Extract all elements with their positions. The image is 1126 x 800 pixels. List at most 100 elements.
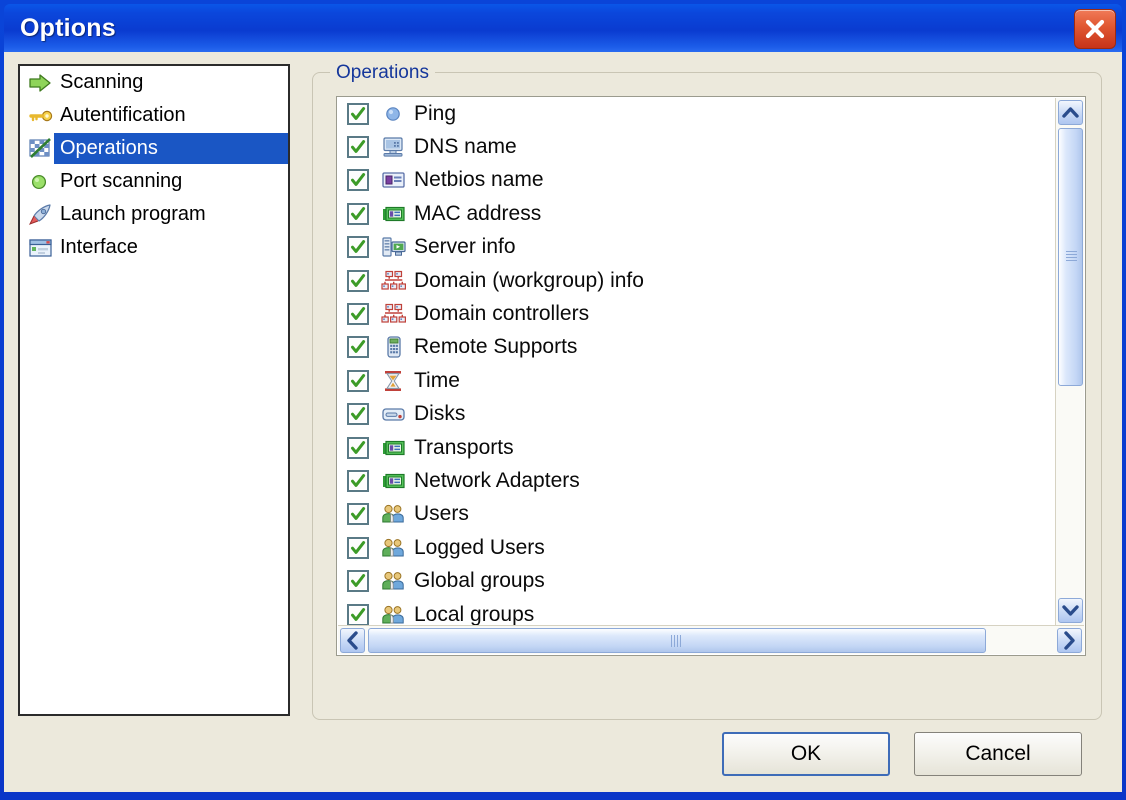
users-group-icon [381,536,407,560]
operation-row[interactable]: Remote Supports [337,331,1055,364]
operation-row[interactable]: Domain controllers [337,297,1055,330]
disk-drive-icon [381,402,407,426]
operation-checkbox[interactable] [347,369,369,392]
operation-row[interactable]: Netbios name [337,164,1055,197]
operation-checkbox[interactable] [347,236,369,259]
checkmark-icon [351,140,366,153]
operation-checkbox[interactable] [347,469,369,492]
scroll-left-button[interactable] [340,628,365,653]
operation-label: Remote Supports [414,335,578,359]
horizontal-scrollbar[interactable] [338,625,1084,654]
operation-checkbox[interactable] [347,303,369,326]
operation-checkbox[interactable] [347,570,369,593]
window-title: Options [20,14,116,42]
operation-label: Local groups [414,602,535,625]
chevron-right-icon [1064,631,1075,650]
sidebar-item-port-scanning[interactable]: Port scanning [20,165,288,198]
sidebar-item-interface[interactable]: Interface [20,231,288,264]
vertical-scrollbar[interactable] [1055,98,1084,625]
operation-row[interactable]: Time [337,364,1055,397]
scroll-up-button[interactable] [1058,100,1083,125]
sidebar-item-operations[interactable]: Operations [20,132,288,165]
operation-label: Disks [414,402,466,426]
operation-row[interactable]: DNS name [337,130,1055,163]
checkmark-icon [351,574,366,588]
dialog-client-area: Scanning Autentification Operations Port sc… [4,52,1122,792]
green-arrow-icon [28,71,54,95]
operation-row[interactable]: Local groups [337,598,1055,625]
checkered-flag-icon [28,137,54,161]
operation-checkbox[interactable] [347,269,369,292]
operation-checkbox[interactable] [347,136,369,159]
rocket-icon [28,203,54,227]
checkmark-icon [351,240,366,254]
checkmark-icon [351,206,366,220]
close-button[interactable] [1074,9,1116,49]
operation-row[interactable]: Global groups [337,564,1055,597]
operation-checkbox[interactable] [347,503,369,526]
scroll-right-button[interactable] [1057,628,1082,653]
operation-row[interactable]: Server info [337,231,1055,264]
operation-label: DNS name [414,135,517,159]
operation-row[interactable]: Logged Users [337,531,1055,564]
checkmark-icon [351,440,366,454]
operation-label: Domain (workgroup) info [414,268,644,292]
blue-circle-icon [381,102,407,126]
green-circle-icon [31,174,47,189]
operation-label: Network Adapters [414,468,580,492]
sidebar-item-autentification[interactable]: Autentification [20,99,288,132]
green-circle-icon [28,170,54,194]
operation-label: Users [414,502,469,526]
operation-row[interactable]: Network Adapters [337,464,1055,497]
title-bar: Options [4,4,1122,52]
operation-checkbox[interactable] [347,603,369,625]
id-card-icon [382,172,405,189]
network-card-icon [383,440,405,455]
operation-row[interactable]: MAC address [337,197,1055,230]
users-group-icon [382,605,404,624]
ok-button[interactable]: OK [722,732,890,776]
network-tree-icon [381,302,407,326]
operations-checkbox-list[interactable]: Ping DNS name Netbios name MAC address Serve… [336,96,1086,656]
sidebar-item-scanning[interactable]: Scanning [20,66,288,99]
operations-list-viewport: Ping DNS name Netbios name MAC address Serve… [337,97,1055,625]
operation-row[interactable]: Domain (workgroup) info [337,264,1055,297]
operation-row[interactable]: Disks [337,398,1055,431]
network-tree-icon [381,269,407,293]
operation-checkbox[interactable] [347,202,369,225]
sidebar-item-launch-program[interactable]: Launch program [20,198,288,231]
server-icon [381,235,407,259]
users-group-icon [382,538,404,557]
sidebar-item-label: Interface [60,236,138,258]
network-tree-icon [381,303,407,323]
operation-row[interactable]: Ping [337,97,1055,130]
checkmark-icon [351,407,366,421]
checkmark-icon [351,173,366,187]
blue-circle-icon [386,106,400,121]
operation-checkbox[interactable] [347,336,369,359]
users-group-icon [381,502,407,526]
rocket-icon [28,203,51,225]
operation-row[interactable]: Users [337,498,1055,531]
chevron-down-icon [1062,605,1079,616]
operation-checkbox[interactable] [347,536,369,559]
operation-label: Netbios name [414,168,544,192]
operation-checkbox[interactable] [347,403,369,426]
network-card-icon [383,473,405,489]
operation-row[interactable]: Transports [337,431,1055,464]
cancel-button[interactable]: Cancel [914,732,1082,776]
sidebar-item-label: Autentification [60,104,186,126]
vertical-scroll-thumb[interactable] [1058,128,1083,386]
settings-category-list[interactable]: Scanning Autentification Operations Port sc… [18,64,290,716]
horizontal-scroll-thumb[interactable] [368,628,986,653]
checkmark-icon [351,373,366,387]
operation-label: Transports [414,435,514,459]
operation-label: Logged Users [414,535,545,559]
operation-checkbox[interactable] [347,102,369,125]
operation-label: Global groups [414,569,545,593]
operation-checkbox[interactable] [347,436,369,459]
options-dialog-window: Options Scanning Autentification Operation… [0,0,1126,800]
scroll-down-button[interactable] [1058,598,1083,623]
operation-checkbox[interactable] [347,169,369,192]
scroll-thumb-grip [671,635,683,647]
